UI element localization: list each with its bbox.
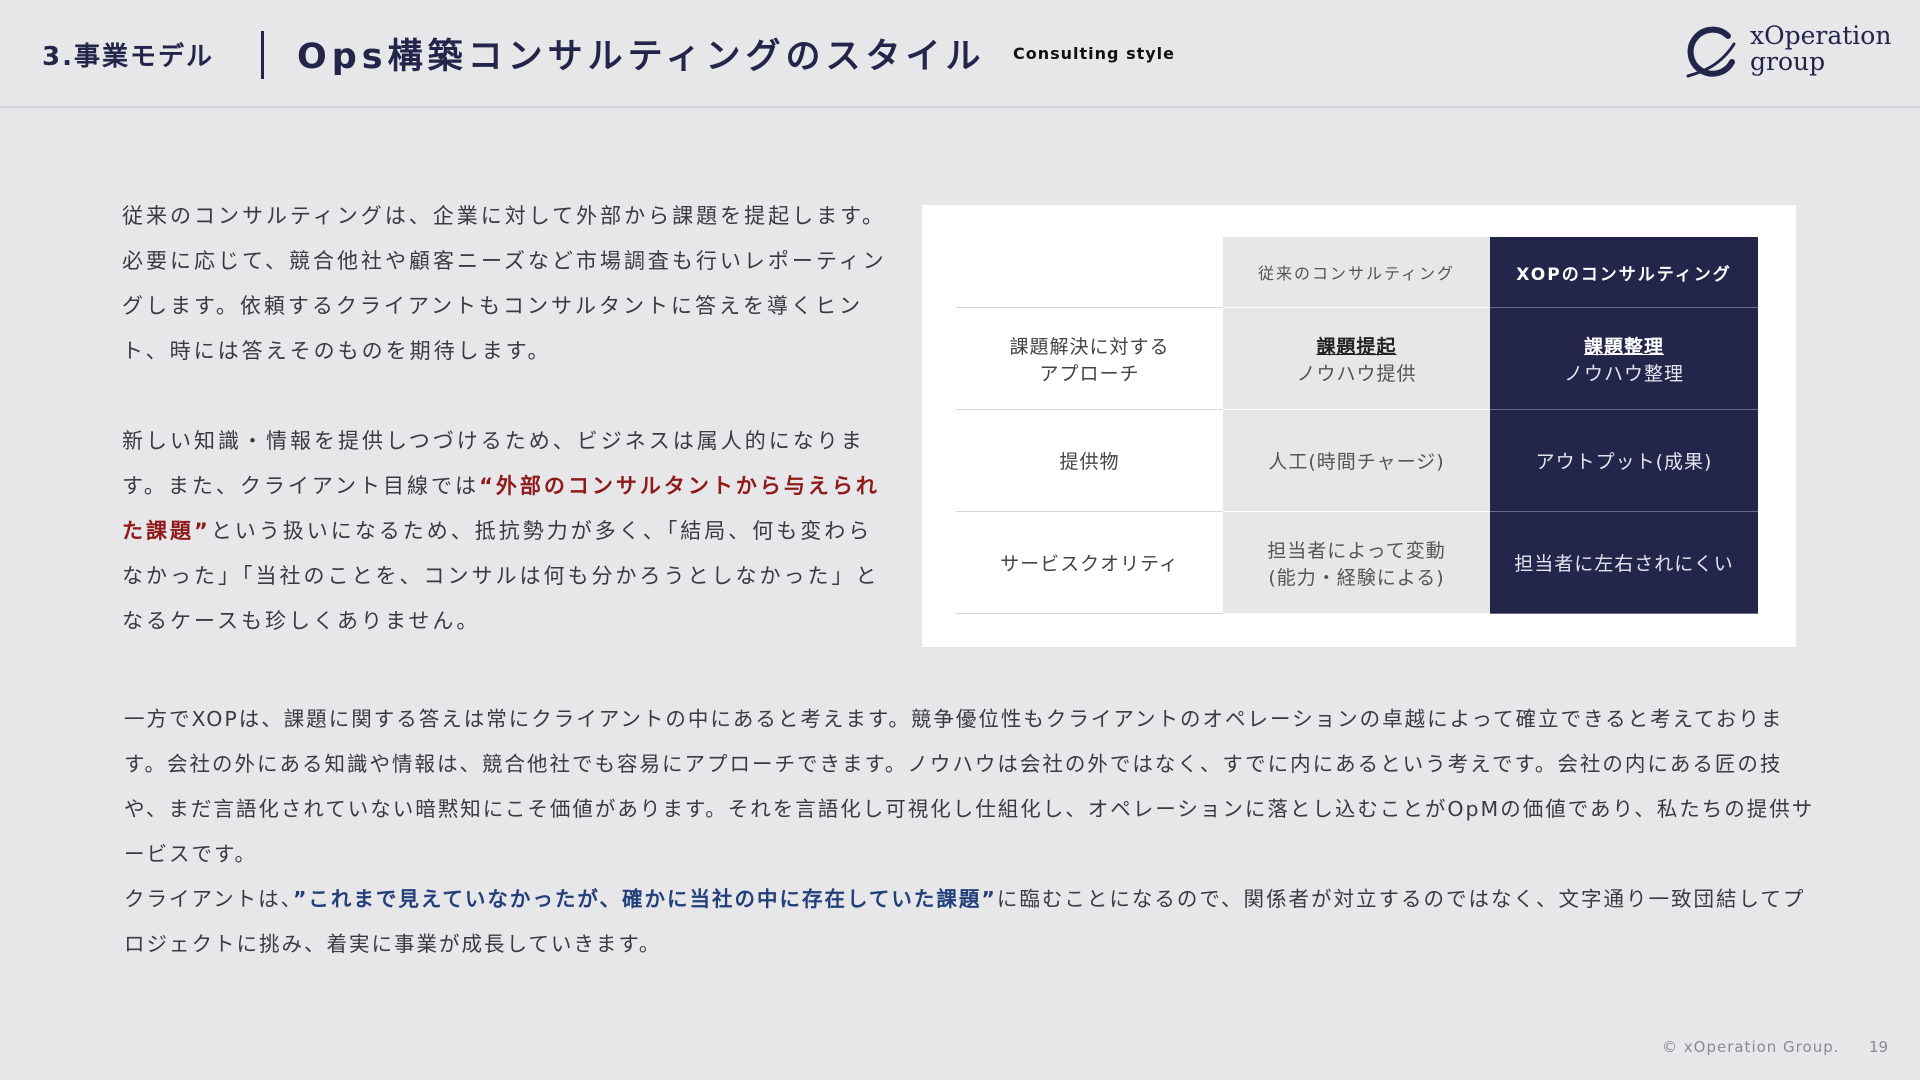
table-row: 課題解決に対する アプローチ 課題提起 ノウハウ提供 課題整理 ノウハウ整理 <box>956 307 1758 410</box>
row-label-line: アプローチ <box>1039 362 1140 385</box>
body-highlight: ”これまで見えていなかったが、確かに当社の中に存在していた課題” <box>292 887 997 911</box>
slide-header: 3.事業モデル Ops構築コンサルティングのスタイル Consulting st… <box>0 0 1920 108</box>
row-label-line: サービスクオリティ <box>1000 553 1179 575</box>
intro-paragraph-1: 従来のコンサルティングは、企業に対して外部から課題を提起します。必要に応じて、競… <box>122 204 887 363</box>
traditional-text-2: (能力・経験による) <box>1268 566 1445 589</box>
traditional-cell: 人工(時間チャージ) <box>1223 409 1490 512</box>
xop-cell: 課題整理 ノウハウ整理 <box>1490 307 1758 410</box>
traditional-text: 担当者によって変動 <box>1267 539 1446 562</box>
row-label-line: 提供物 <box>1059 451 1120 473</box>
body-paragraph-1: 一方でXOPは、課題に関する答えは常にクライアントの中にあると考えます。競争優位… <box>124 707 1815 866</box>
row-label-line: 課題解決に対する <box>1009 335 1170 358</box>
header-cell-xop: XOPのコンサルティング <box>1490 237 1758 308</box>
company-logo: xOperation group <box>1680 22 1891 82</box>
traditional-cell: 担当者によって変動 (能力・経験による) <box>1223 511 1490 614</box>
traditional-cell: 課題提起 ノウハウ提供 <box>1223 307 1490 410</box>
section-label: 3.事業モデル <box>42 42 214 72</box>
page-number: 19 <box>1869 1038 1889 1056</box>
logo-text-line1: xOperation <box>1750 21 1892 50</box>
row-label: 課題解決に対する アプローチ <box>956 307 1223 410</box>
xop-keyword: 課題整理 <box>1583 335 1664 358</box>
logo-mark-icon <box>1686 26 1736 78</box>
copyright: © xOperation Group. <box>1662 1038 1840 1056</box>
header-cell-traditional: 従来のコンサルティング <box>1223 237 1490 308</box>
intro-paragraph-2-text-b: という扱いになるため、抵抗勢力が多く、「結局、何も変わらなかった」「当社のことを… <box>122 519 880 633</box>
xop-text: アウトプット(成果) <box>1535 451 1713 473</box>
xop-text: ノウハウ整理 <box>1563 362 1684 385</box>
xop-cell: アウトプット(成果) <box>1490 409 1758 512</box>
row-label: 提供物 <box>956 409 1223 512</box>
table-row: サービスクオリティ 担当者によって変動 (能力・経験による) 担当者に左右されに… <box>956 511 1758 614</box>
header-divider <box>261 31 264 79</box>
table-header-row: 従来のコンサルティング XOPのコンサルティング <box>956 237 1758 308</box>
traditional-text: 人工(時間チャージ) <box>1268 451 1445 473</box>
comparison-table: 従来のコンサルティング XOPのコンサルティング 課題解決に対する アプローチ … <box>956 237 1758 614</box>
body-paragraph-2-text-a: クライアントは、 <box>124 887 293 911</box>
logo-text-line2: group <box>1750 47 1826 76</box>
comparison-card: 従来のコンサルティング XOPのコンサルティング 課題解決に対する アプローチ … <box>922 205 1796 647</box>
page-title: Ops構築コンサルティングのスタイル <box>297 37 986 77</box>
row-label: サービスクオリティ <box>956 511 1223 614</box>
xop-cell: 担当者に左右されにくい <box>1490 511 1758 614</box>
page-subtitle: Consulting style <box>1013 44 1176 63</box>
traditional-text: ノウハウ提供 <box>1296 362 1417 385</box>
body-paragraph-2: クライアントは、”これまで見えていなかったが、確かに当社の中に存在していた課題”… <box>124 877 1824 967</box>
intro-paragraph-2: 新しい知識・情報を提供しつづけるため、ビジネスは属人的になります。また、クライア… <box>122 419 882 644</box>
header-cell-empty <box>956 237 1223 308</box>
xop-text: 担当者に左右されにくい <box>1514 553 1734 575</box>
traditional-keyword: 課題提起 <box>1316 335 1397 358</box>
table-row: 提供物 人工(時間チャージ) アウトプット(成果) <box>956 409 1758 512</box>
